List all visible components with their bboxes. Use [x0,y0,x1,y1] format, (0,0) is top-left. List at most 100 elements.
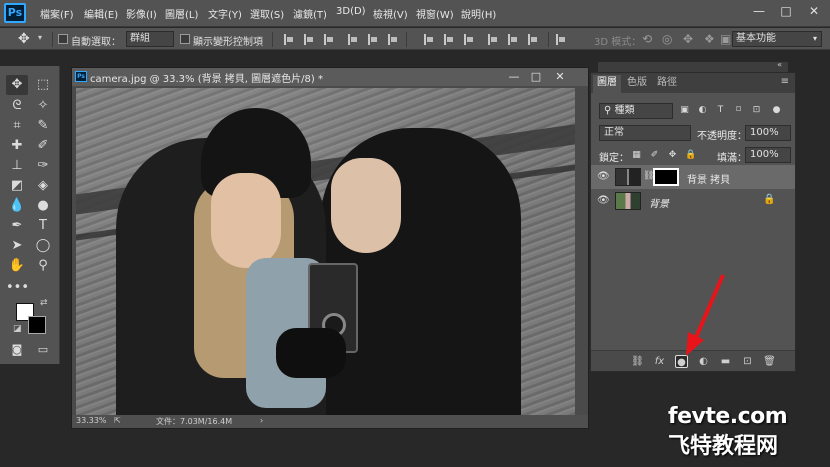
trash-icon[interactable]: 🗑 [763,355,776,368]
blend-mode-dropdown[interactable]: 正常 [599,125,691,141]
chevron-right-icon[interactable]: › [260,416,263,425]
maximize-icon[interactable]: □ [528,68,544,86]
menu-edit[interactable]: 編輯(E) [84,6,118,21]
menu-type[interactable]: 文字(Y) [208,6,242,21]
tab-paths[interactable]: 路徑 [653,75,681,93]
lock-all-icon[interactable]: 🔒 [685,150,696,161]
filter-shape-icon[interactable]: ⌑ [733,105,744,116]
lasso-tool-icon[interactable]: ᘓ [6,96,28,116]
fill-field[interactable]: 100% [745,147,791,163]
clone-stamp-tool-icon[interactable]: ⊥ [6,156,28,176]
link-layers-icon[interactable]: ⛓ [631,355,644,368]
panel-menu-icon[interactable]: ≡ [781,76,789,87]
magic-wand-tool-icon[interactable]: ✧ [32,96,54,116]
type-tool-icon[interactable]: T [32,216,54,236]
auto-select-checkbox[interactable] [58,34,68,44]
blur-tool-icon[interactable]: 💧 [6,196,28,216]
background-color-swatch[interactable] [28,316,46,334]
document-tab[interactable]: Ps camera.jpg @ 33.3% (背景 拷貝, 圖層遮色片/8) *… [72,68,588,86]
tab-layers[interactable]: 圖層 [593,75,621,93]
distribute-hcenter-icon[interactable] [508,34,518,45]
auto-align-icon[interactable] [556,34,566,45]
distribute-top-icon[interactable] [424,34,434,45]
filter-pixel-icon[interactable]: ▣ [679,105,690,116]
workspace-dropdown[interactable]: 基本功能 ▾ [732,31,822,47]
align-left-icon[interactable] [348,34,358,45]
collapse-icon[interactable]: « [777,60,782,69]
filter-adjustment-icon[interactable]: ◐ [697,105,708,116]
3d-scale-icon[interactable]: ▣ [720,32,731,46]
crop-tool-icon[interactable]: ⌗ [6,116,28,136]
history-brush-tool-icon[interactable]: ✑ [32,156,54,176]
menu-window[interactable]: 視窗(W) [416,6,454,21]
filter-type-icon[interactable]: T [715,105,726,116]
distribute-bottom-icon[interactable] [464,34,474,45]
move-tool-icon[interactable]: ✥ [6,75,28,95]
move-tool-icon[interactable]: ✥ [18,31,30,47]
layer-name[interactable]: 背景 [649,195,669,210]
distribute-left-icon[interactable] [488,34,498,45]
menu-image[interactable]: 影像(I) [126,6,157,21]
3d-rotate-icon[interactable]: ⟲ [642,32,652,46]
tab-channels[interactable]: 色版 [623,75,651,93]
align-vcenter-icon[interactable] [304,34,314,45]
align-top-icon[interactable] [284,34,294,45]
default-colors-icon[interactable]: ◪ [13,324,22,334]
canvas-image[interactable] [76,88,575,416]
eye-icon[interactable]: 👁 [597,195,610,207]
close-icon[interactable]: ✕ [552,68,568,86]
zoom-tool-icon[interactable]: ⚲ [32,256,54,276]
new-layer-icon[interactable]: ⊡ [741,355,754,368]
hand-tool-icon[interactable]: ✋ [6,256,28,276]
layer-filter-dropdown[interactable]: ⚲ 種類 [599,103,673,119]
3d-roll-icon[interactable]: ◎ [662,32,672,46]
menu-view[interactable]: 檢視(V) [373,6,408,21]
layer-row[interactable]: 👁 ⛓ 背景 拷貝 [591,165,795,189]
align-hcenter-icon[interactable] [368,34,378,45]
swap-colors-icon[interactable]: ⇄ [40,298,48,308]
panel-collapse-bar[interactable]: « [598,60,788,72]
quick-mask-icon[interactable]: ◙ [6,340,28,360]
layer-mask-thumbnail[interactable] [653,168,679,186]
zoom-level[interactable]: 33.33% [76,416,107,425]
align-right-icon[interactable] [388,34,398,45]
menu-help[interactable]: 說明(H) [461,6,496,21]
auto-select-dropdown[interactable]: 群組 [126,31,174,47]
fx-icon[interactable]: fx [653,355,666,368]
distribute-right-icon[interactable] [528,34,538,45]
eraser-tool-icon[interactable]: ◩ [6,176,28,196]
3d-slide-icon[interactable]: ❖ [704,32,715,46]
eyedropper-tool-icon[interactable]: ✎ [32,116,54,136]
lock-transparent-icon[interactable]: ▦ [631,150,642,161]
align-bottom-icon[interactable] [324,34,334,45]
filter-smart-object-icon[interactable]: ⊡ [751,105,762,116]
menu-select[interactable]: 選取(S) [250,6,284,21]
brush-tool-icon[interactable]: ✐ [32,136,54,156]
minimize-icon[interactable]: — [506,68,522,86]
close-icon[interactable]: ✕ [800,0,828,22]
3d-pan-icon[interactable]: ✥ [683,32,693,46]
show-transform-checkbox[interactable] [180,34,190,44]
screen-mode-icon[interactable]: ▭ [32,340,54,360]
path-selection-tool-icon[interactable]: ➤ [6,236,28,256]
dropdown-arrow-icon[interactable]: ▾ [38,33,42,42]
more-tools-icon[interactable]: ••• [6,278,29,298]
export-icon[interactable]: ⇱ [114,416,121,425]
layer-row[interactable]: 👁 背景 🔒 [591,189,795,213]
pen-tool-icon[interactable]: ✒ [6,216,28,236]
menu-file[interactable]: 檔案(F) [40,6,74,21]
dodge-tool-icon[interactable]: ● [32,196,54,216]
eye-icon[interactable]: 👁 [597,171,610,183]
ellipse-tool-icon[interactable]: ◯ [32,236,54,256]
lock-position-icon[interactable]: ✥ [667,150,678,161]
filter-toggle-icon[interactable]: ● [771,105,782,116]
menu-layer[interactable]: 圖層(L) [165,6,198,21]
maximize-icon[interactable]: □ [772,0,800,22]
minimize-icon[interactable]: — [745,0,773,22]
menu-filter[interactable]: 濾鏡(T) [293,6,327,21]
lock-pixels-icon[interactable]: ✐ [649,150,660,161]
distribute-vcenter-icon[interactable] [444,34,454,45]
marquee-tool-icon[interactable]: ⬚ [32,75,54,95]
paint-bucket-tool-icon[interactable]: ◈ [32,176,54,196]
healing-brush-tool-icon[interactable]: ✚ [6,136,28,156]
